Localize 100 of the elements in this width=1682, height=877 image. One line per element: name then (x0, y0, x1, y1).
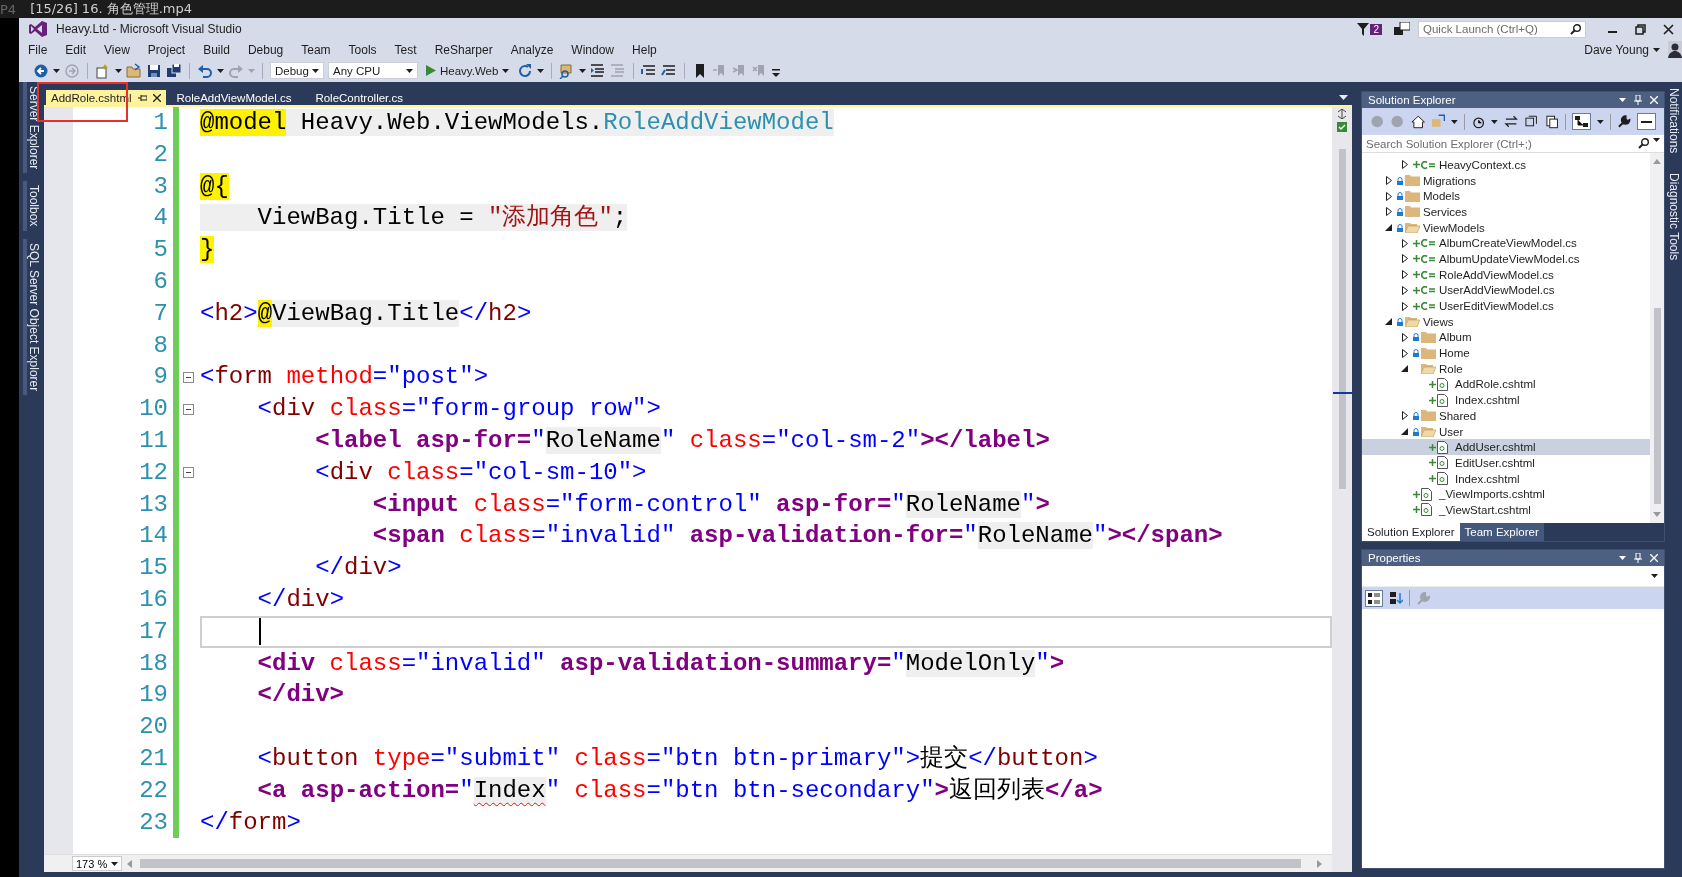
tree-item[interactable]: Services (1362, 204, 1650, 220)
menu-item[interactable]: Edit (56, 42, 96, 57)
close-icon[interactable] (1662, 23, 1674, 35)
collapse-icon[interactable] (183, 371, 194, 383)
save-all-icon[interactable] (166, 62, 182, 79)
expanded-arrow-icon[interactable] (1385, 318, 1392, 326)
collapsed-arrow-icon[interactable] (1401, 270, 1408, 280)
collapsed-arrow-icon[interactable] (1401, 238, 1408, 248)
tree-item[interactable]: RoleAddViewModel.cs (1362, 266, 1650, 283)
indent-icon[interactable] (590, 62, 607, 79)
sync-icon[interactable] (1504, 114, 1519, 129)
menu-item[interactable]: Build (194, 42, 239, 57)
expanded-arrow-icon[interactable] (1385, 224, 1392, 232)
collapsed-arrow-icon[interactable] (1385, 191, 1392, 201)
menu-item[interactable]: Help (623, 42, 666, 57)
side-panel-tab[interactable]: Diagnostic Tools (1666, 169, 1681, 265)
quick-launch-field[interactable]: Quick Launch (Ctrl+Q) (1418, 20, 1586, 38)
menu-item[interactable]: View (95, 42, 139, 57)
tree-item[interactable]: _ViewStart.cshtml (1362, 502, 1650, 518)
side-panel-tab[interactable]: Notifications (1666, 84, 1681, 158)
tree-item[interactable]: UserAddViewModel.cs (1362, 282, 1650, 299)
tree-item[interactable]: User (1362, 423, 1650, 440)
tree-item[interactable]: Home (1362, 345, 1650, 361)
collapsed-arrow-icon[interactable] (1401, 348, 1408, 358)
dock-toggle[interactable] (1637, 113, 1656, 130)
vertical-scrollbar[interactable] (1338, 149, 1346, 489)
tree-item[interactable]: Role (1362, 360, 1650, 377)
tree-item[interactable]: Migrations (1362, 172, 1650, 189)
collapsed-arrow-icon[interactable] (1401, 254, 1408, 264)
panel-tab[interactable]: Solution Explorer (1362, 523, 1460, 541)
dropdown-icon[interactable] (1619, 556, 1626, 560)
split-icon[interactable] (1337, 109, 1347, 119)
tree-item[interactable]: UserEditViewModel.cs (1362, 298, 1650, 314)
zoom-dropdown[interactable]: 173 % (72, 856, 122, 871)
collapsed-arrow-icon[interactable] (1385, 207, 1392, 217)
refresh-icon[interactable] (517, 62, 534, 79)
menu-item[interactable]: Analyze (501, 42, 563, 57)
tree-item[interactable]: Models (1362, 188, 1650, 205)
configuration-dropdown[interactable]: Debug (270, 62, 324, 79)
tree-item[interactable]: AlbumCreateViewModel.cs (1362, 235, 1650, 252)
collapse-icon[interactable] (183, 467, 194, 479)
menu-item[interactable]: Window (562, 42, 624, 57)
close-icon[interactable] (152, 93, 161, 102)
undo-icon[interactable] (197, 62, 213, 79)
menu-item[interactable]: Project (138, 42, 195, 57)
start-button[interactable]: Heavy.Web (422, 64, 514, 77)
platform-dropdown[interactable]: Any CPU (328, 62, 418, 79)
collapsed-arrow-icon[interactable] (1401, 332, 1408, 342)
tree-item[interactable]: AddRole.cshtml (1362, 376, 1650, 393)
collapse-all-icon[interactable] (1524, 114, 1539, 129)
collapse-icon[interactable] (183, 403, 194, 415)
expanded-arrow-icon[interactable] (1401, 428, 1408, 436)
sort-icon[interactable] (1389, 591, 1403, 605)
document-tab[interactable]: RoleController.cs (312, 90, 408, 105)
horizontal-scrollbar[interactable] (140, 859, 1301, 868)
collapsed-arrow-icon[interactable] (1385, 176, 1392, 186)
collapsed-arrow-icon[interactable] (1401, 301, 1408, 311)
pin-icon[interactable] (137, 93, 147, 102)
tree-item[interactable]: Album (1362, 329, 1650, 346)
menu-item[interactable]: ReSharper (425, 42, 502, 57)
tree-item[interactable]: Views (1362, 313, 1650, 330)
tab-list-icon[interactable] (1339, 95, 1348, 100)
collapsed-arrow-icon[interactable] (1401, 411, 1408, 421)
tree-item[interactable]: ViewModels (1362, 219, 1650, 236)
tree-item[interactable]: HeavyContext.cs (1362, 157, 1650, 173)
tree-item[interactable]: Shared (1362, 408, 1650, 424)
user-name[interactable]: Dave Young (1584, 42, 1649, 57)
back-icon[interactable] (33, 62, 49, 79)
menu-item[interactable]: Tools (339, 42, 386, 57)
feedback-icon[interactable] (1394, 22, 1410, 36)
show-all-files-icon[interactable] (1544, 114, 1560, 129)
sync-views-icon[interactable] (1431, 114, 1446, 129)
tree-item[interactable]: AlbumUpdateViewModel.cs (1362, 251, 1650, 267)
panel-tab[interactable]: Team Explorer (1459, 523, 1544, 541)
dropdown-icon[interactable] (1619, 98, 1626, 102)
tree-item[interactable]: Index.cshtml (1362, 392, 1650, 408)
categorized-toggle[interactable] (1365, 589, 1383, 607)
tree-item[interactable]: Index.cshtml (1362, 470, 1650, 487)
expanded-arrow-icon[interactable] (1401, 365, 1408, 373)
side-panel-tab[interactable]: Toolbox (22, 181, 41, 231)
menu-item[interactable]: Test (385, 42, 426, 57)
open-folder-icon[interactable] (126, 62, 142, 79)
side-panel-tab[interactable]: SQL Server Object Explorer (22, 238, 41, 396)
user-avatar-icon[interactable] (1668, 41, 1682, 58)
save-icon[interactable] (146, 62, 162, 79)
preview-toggle[interactable] (1572, 113, 1592, 130)
tree-item[interactable]: EditUser.cshtml (1362, 455, 1650, 471)
menu-item[interactable]: File (19, 42, 57, 57)
menu-item[interactable]: Debug (238, 42, 293, 57)
tree-item[interactable]: AddUser.cshtml (1362, 439, 1650, 456)
tree-item[interactable]: _ViewImports.cshtml (1362, 486, 1650, 503)
search-field[interactable]: Search Solution Explorer (Ctrl+;) (1362, 135, 1664, 153)
collapsed-arrow-icon[interactable] (1401, 285, 1408, 295)
collapsed-arrow-icon[interactable] (1401, 160, 1408, 170)
filter-icon[interactable] (1357, 22, 1370, 36)
tree-scrollbar[interactable] (1653, 307, 1661, 505)
document-tab[interactable]: RoleAddViewModel.cs (173, 90, 297, 105)
home-icon[interactable] (1410, 114, 1426, 129)
menu-item[interactable]: Team (292, 42, 340, 57)
restore-icon[interactable] (1634, 23, 1646, 35)
